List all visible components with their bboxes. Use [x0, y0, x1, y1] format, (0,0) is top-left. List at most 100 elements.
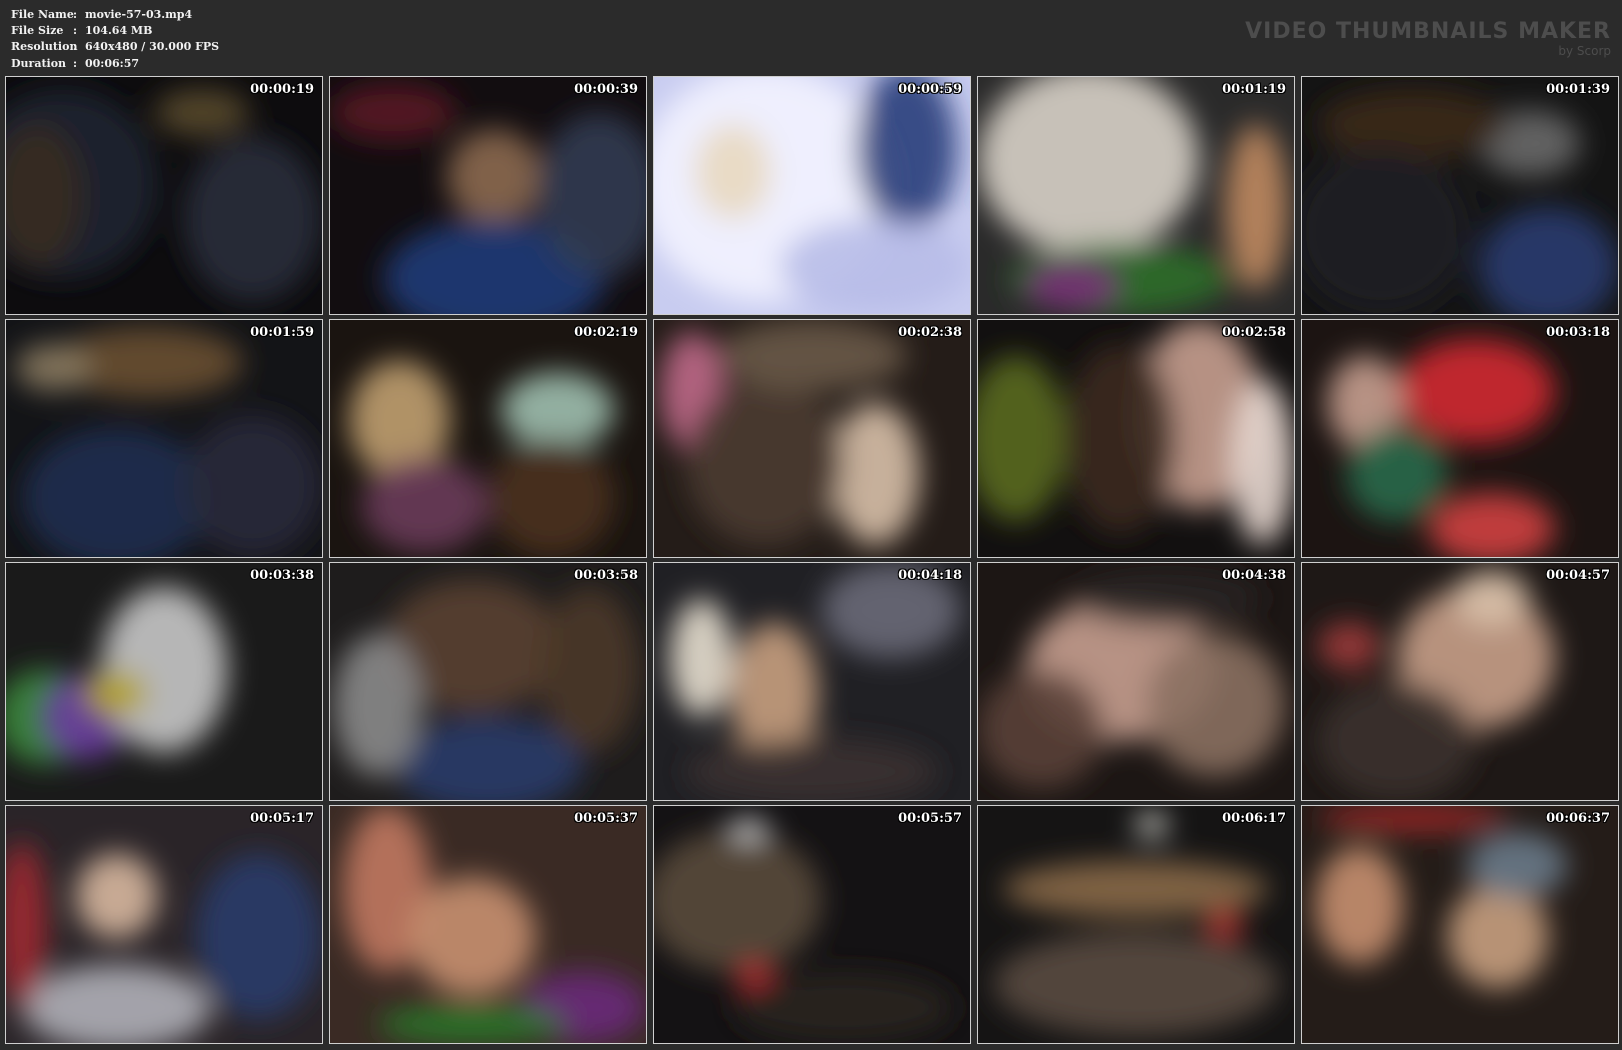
frame-image — [978, 806, 1294, 1043]
frame-timestamp: 00:05:57 — [898, 811, 962, 826]
frame-color-region — [1063, 343, 1178, 534]
frame-timestamp: 00:01:39 — [1546, 82, 1610, 97]
frame-color-region — [1025, 261, 1121, 310]
frame-color-region — [1447, 884, 1549, 989]
frame-color-region — [1314, 846, 1404, 965]
thumbnail-frame[interactable]: 00:04:38 — [977, 562, 1295, 801]
frame-timestamp: 00:03:58 — [574, 568, 638, 583]
frame-image — [978, 320, 1294, 557]
thumbnail-frame[interactable]: 00:02:58 — [977, 319, 1295, 558]
thumbnail-frame[interactable]: 00:05:57 — [653, 805, 971, 1044]
frame-color-region — [1205, 910, 1244, 939]
frame-timestamp: 00:03:38 — [250, 568, 314, 583]
frame-color-region — [15, 343, 92, 392]
frame-color-region — [182, 136, 322, 303]
frame-color-region — [500, 372, 615, 448]
frame-image — [978, 563, 1294, 800]
frame-color-region — [1346, 426, 1448, 522]
frame-color-region — [993, 931, 1279, 1036]
thumbnail-frame[interactable]: 00:01:19 — [977, 76, 1295, 315]
frame-timestamp: 00:06:17 — [1222, 811, 1286, 826]
thumbnail-frame[interactable]: 00:06:17 — [977, 805, 1295, 1044]
brand-title: VIDEO THUMBNAILS MAKER — [1245, 19, 1611, 44]
frame-image — [978, 77, 1294, 314]
frame-color-region — [75, 853, 158, 939]
frame-color-region — [695, 124, 771, 220]
thumbnail-frame[interactable]: 00:05:37 — [329, 805, 647, 1044]
frame-color-region — [154, 88, 250, 137]
duration-label: Duration — [11, 56, 67, 70]
thumbnail-frame[interactable]: 00:02:19 — [329, 319, 647, 558]
thumbnail-frame[interactable]: 00:04:57 — [1301, 562, 1619, 801]
separator: : — [73, 8, 78, 21]
frame-color-region — [780, 219, 970, 314]
frame-image — [1302, 320, 1618, 557]
frame-image — [6, 77, 322, 314]
separator: : — [73, 24, 78, 38]
frame-timestamp: 00:03:18 — [1546, 325, 1610, 340]
frame-timestamp: 00:06:37 — [1546, 811, 1610, 826]
frame-color-region — [1317, 88, 1508, 160]
frame-color-region — [361, 457, 488, 553]
thumbnail-frame[interactable]: 00:00:19 — [5, 76, 323, 315]
frame-color-region — [195, 853, 322, 1020]
file-info: File Name : movie-57-03.mp4 File Size : … — [11, 7, 219, 72]
frame-timestamp: 00:00:19 — [250, 82, 314, 97]
thumbnail-frame[interactable]: 00:03:58 — [329, 562, 647, 801]
file-name-row: File Name : movie-57-03.mp4 — [11, 7, 219, 23]
frame-image — [6, 563, 322, 800]
separator: : — [73, 56, 78, 70]
frame-image — [330, 320, 646, 557]
frame-image — [330, 806, 646, 1043]
frame-color-region — [1466, 832, 1568, 899]
frame-color-region — [1453, 570, 1530, 627]
thumbnail-frame[interactable]: 00:06:37 — [1301, 805, 1619, 1044]
frame-color-region — [85, 669, 149, 718]
thumbnail-frame[interactable]: 00:01:59 — [5, 319, 323, 558]
frame-image — [654, 806, 970, 1043]
frame-color-region — [669, 598, 733, 718]
frame-color-region — [182, 414, 322, 557]
thumbnail-frame[interactable]: 00:03:18 — [1301, 319, 1619, 558]
brand-watermark: VIDEO THUMBNAILS MAKER by Scorp — [1245, 19, 1611, 59]
thumbnail-grid: 00:00:19 00:00:39 00:00:59 00:01:19 00:01:39… — [5, 76, 1619, 1044]
frame-timestamp: 00:05:37 — [574, 811, 638, 826]
frame-timestamp: 00:04:38 — [1222, 568, 1286, 583]
frame-color-region — [1317, 681, 1476, 800]
frame-color-region — [1396, 338, 1555, 444]
frame-timestamp: 00:00:59 — [898, 82, 962, 97]
duration-value: 00:06:57 — [85, 56, 140, 70]
frame-color-region — [1136, 813, 1168, 837]
frame-image — [654, 563, 970, 800]
frame-color-region — [685, 379, 844, 546]
frame-image — [1302, 806, 1618, 1043]
frame-timestamp: 00:02:58 — [1222, 325, 1286, 340]
frame-color-region — [488, 438, 615, 557]
frame-timestamp: 00:04:18 — [898, 568, 962, 583]
frame-color-region — [1145, 634, 1285, 777]
frame-color-region — [446, 129, 542, 224]
thumbnail-frame[interactable]: 00:00:59 — [653, 76, 971, 315]
frame-image — [654, 77, 970, 314]
file-name-value: movie-57-03.mp4 — [85, 8, 193, 21]
thumbnail-frame[interactable]: 00:00:39 — [329, 76, 647, 315]
frame-color-region — [1224, 124, 1288, 291]
thumbnail-frame[interactable]: 00:05:17 — [5, 805, 323, 1044]
frame-image — [6, 806, 322, 1043]
thumbnail-frame[interactable]: 00:03:38 — [5, 562, 323, 801]
thumbnail-frame[interactable]: 00:01:39 — [1301, 76, 1619, 315]
frame-timestamp: 00:02:38 — [898, 325, 962, 340]
thumbnail-frame[interactable]: 00:02:38 — [653, 319, 971, 558]
brand-subtitle: by Scorp — [1558, 44, 1611, 58]
file-size-label: File Size — [11, 24, 64, 38]
frame-color-region — [717, 320, 907, 392]
frame-color-region — [1003, 860, 1269, 918]
frame-timestamp: 00:02:19 — [574, 325, 638, 340]
frame-color-region — [729, 817, 768, 842]
frame-image — [654, 320, 970, 557]
frame-color-region — [1317, 622, 1381, 670]
frame-color-region — [377, 1005, 567, 1043]
duration-row: Duration : 00:06:57 — [11, 56, 219, 72]
frame-image — [330, 77, 646, 314]
thumbnail-frame[interactable]: 00:04:18 — [653, 562, 971, 801]
